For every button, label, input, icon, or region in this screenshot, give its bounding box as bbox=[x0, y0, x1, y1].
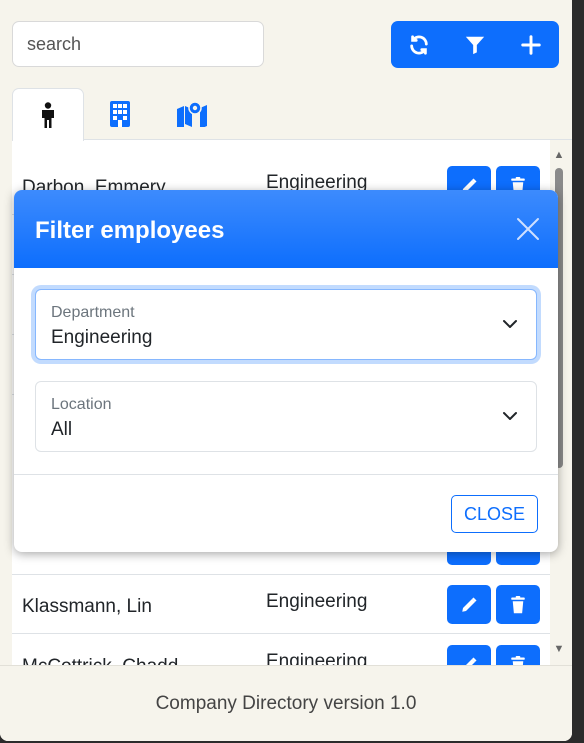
version-text: Company Directory version 1.0 bbox=[155, 693, 417, 714]
scroll-down-arrow-icon[interactable]: ▼ bbox=[552, 642, 566, 656]
person-icon bbox=[42, 102, 54, 128]
map-location-icon bbox=[177, 101, 207, 127]
trash-icon bbox=[511, 595, 525, 613]
refresh-icon bbox=[410, 34, 428, 55]
plus-icon bbox=[521, 34, 541, 55]
department-value: Engineering bbox=[51, 327, 153, 348]
tab-employees[interactable] bbox=[12, 88, 84, 141]
modal-footer: CLOSE bbox=[14, 474, 558, 552]
table-row: McCottrick, Chadd Engineering bbox=[12, 634, 550, 665]
close-icon[interactable] bbox=[516, 217, 540, 241]
chevron-down-icon bbox=[503, 412, 517, 420]
add-button[interactable] bbox=[503, 21, 559, 68]
filter-modal: Filter employees Department Engineering … bbox=[14, 190, 558, 552]
employee-department: Engineering bbox=[266, 591, 368, 612]
edit-button[interactable] bbox=[447, 585, 491, 624]
department-select[interactable]: Department Engineering bbox=[35, 289, 537, 360]
close-button[interactable]: CLOSE bbox=[451, 495, 538, 533]
location-value: All bbox=[51, 419, 73, 440]
tab-departments[interactable] bbox=[84, 88, 156, 140]
delete-button[interactable] bbox=[496, 645, 540, 665]
modal-title: Filter employees bbox=[35, 217, 225, 244]
employee-name: Klassmann, Lin bbox=[22, 596, 152, 617]
location-select[interactable]: Location All bbox=[35, 381, 537, 452]
toolbar bbox=[391, 21, 559, 68]
location-label: Location bbox=[51, 396, 112, 413]
chevron-down-icon bbox=[503, 320, 517, 328]
trash-icon bbox=[511, 655, 525, 665]
tab-bar bbox=[12, 88, 572, 141]
filter-icon bbox=[465, 36, 485, 54]
filter-button[interactable] bbox=[447, 21, 503, 68]
modal-header: Filter employees bbox=[14, 190, 558, 268]
table-row: Klassmann, Lin Engineering bbox=[12, 574, 550, 634]
scroll-up-arrow-icon[interactable]: ▲ bbox=[552, 148, 566, 162]
pencil-icon bbox=[465, 656, 477, 665]
footer: Company Directory version 1.0 bbox=[0, 665, 572, 741]
refresh-button[interactable] bbox=[391, 21, 447, 68]
delete-button[interactable] bbox=[496, 585, 540, 624]
search-input[interactable] bbox=[12, 21, 264, 67]
pencil-icon bbox=[462, 596, 477, 612]
department-label: Department bbox=[51, 304, 135, 321]
edit-button[interactable] bbox=[447, 645, 491, 665]
building-icon bbox=[110, 101, 130, 127]
employee-department: Engineering bbox=[266, 651, 368, 665]
employee-name: McCottrick, Chadd bbox=[22, 656, 178, 665]
app-window: Darbon, Emmery Engineering bbox=[0, 0, 572, 741]
tab-locations[interactable] bbox=[156, 88, 228, 140]
